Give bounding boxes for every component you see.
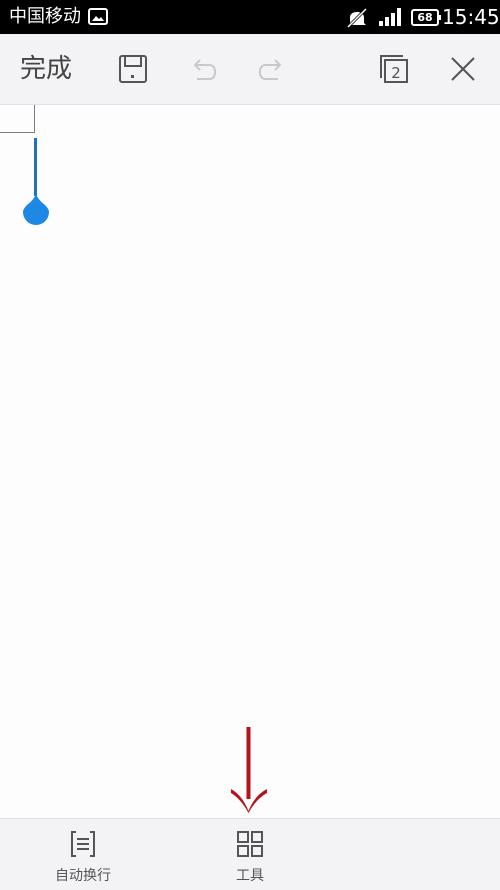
auto-wrap-label: 自动换行 xyxy=(55,868,111,884)
screen: 中国移动 68 15:45 完成 2 自动换行 工具 xyxy=(0,0,500,890)
editor-toolbar: 完成 2 xyxy=(0,34,500,105)
save-icon[interactable] xyxy=(117,53,149,85)
tools-button[interactable]: 工具 xyxy=(205,829,295,885)
page-margin-corner xyxy=(0,105,35,133)
page-count: 2 xyxy=(391,64,401,82)
close-icon[interactable] xyxy=(447,53,479,85)
done-button[interactable]: 完成 xyxy=(20,52,72,86)
status-time: 15:45 xyxy=(442,5,500,29)
auto-wrap-button[interactable]: 自动换行 xyxy=(38,829,128,885)
status-bar: 中国移动 68 15:45 xyxy=(0,0,500,34)
arrow-down-icon xyxy=(231,727,267,813)
text-cursor xyxy=(34,138,37,196)
battery-indicator: 68 xyxy=(411,9,441,26)
pages-icon[interactable]: 2 xyxy=(378,53,410,85)
carrier-name: 中国移动 xyxy=(9,6,81,27)
signal-icon xyxy=(379,8,401,26)
text-wrap-icon xyxy=(71,831,95,857)
grid-icon xyxy=(237,831,263,857)
undo-icon[interactable] xyxy=(187,53,219,85)
bottom-toolbar: 自动换行 工具 xyxy=(0,818,500,890)
photo-icon xyxy=(88,8,108,25)
cursor-handle[interactable] xyxy=(21,193,51,225)
document-area[interactable] xyxy=(0,105,500,818)
tools-label: 工具 xyxy=(236,868,264,884)
redo-icon[interactable] xyxy=(256,53,288,85)
mute-icon xyxy=(346,8,368,28)
